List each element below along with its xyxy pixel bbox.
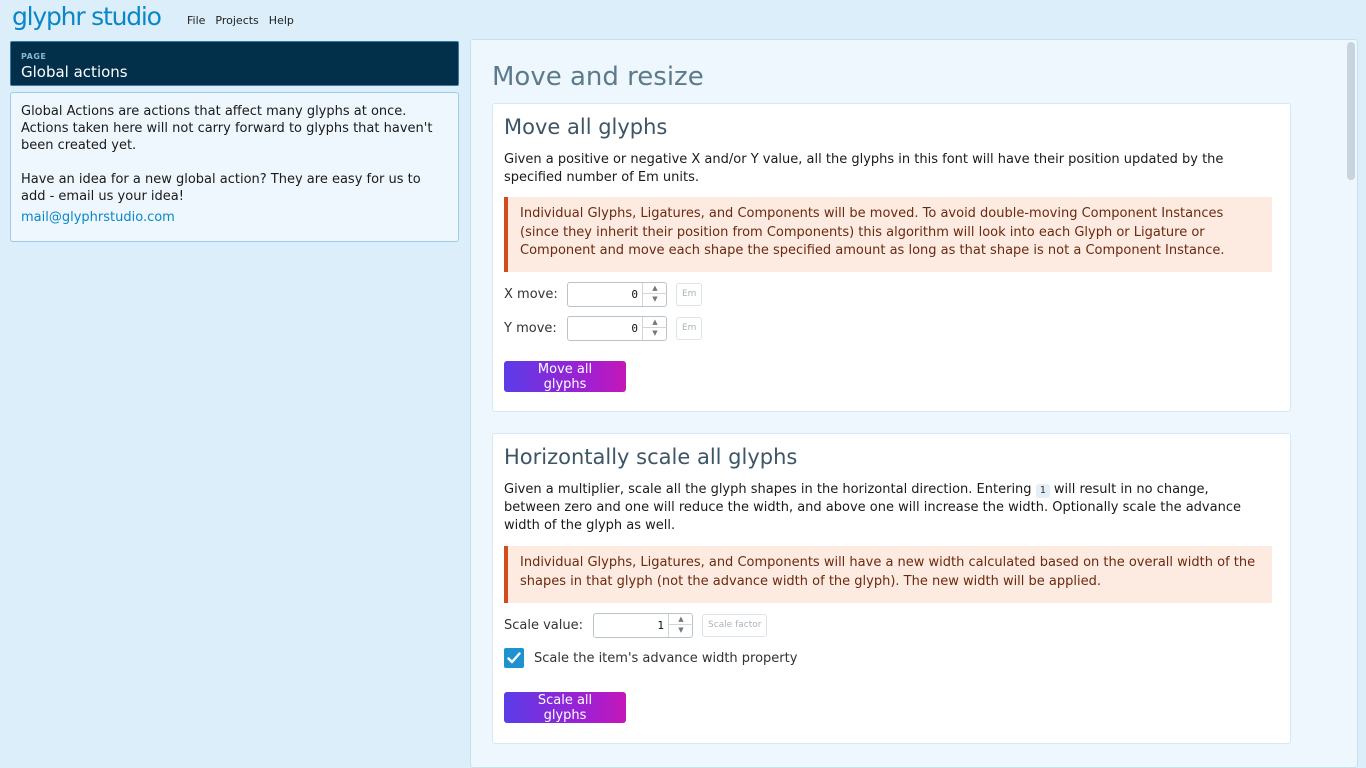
- scrollbar[interactable]: [1347, 42, 1355, 767]
- y-move-unit: Em: [676, 317, 703, 340]
- page-title: Global actions: [21, 63, 128, 81]
- advance-width-checkbox[interactable]: [504, 648, 524, 668]
- scale-value-value: 1: [657, 619, 664, 632]
- x-move-input[interactable]: 0 ▲ ▼: [567, 282, 667, 307]
- scale-value-stepper[interactable]: ▲ ▼: [668, 614, 693, 637]
- menu-help[interactable]: Help: [269, 14, 294, 27]
- y-move-decrement[interactable]: ▼: [643, 328, 667, 339]
- x-move-unit: Em: [676, 283, 703, 306]
- scale-desc-before: Given a multiplier, scale all the glyph …: [504, 482, 1032, 497]
- y-move-stepper[interactable]: ▲ ▼: [642, 317, 667, 340]
- scale-value-label: Scale value:: [504, 618, 583, 633]
- scale-value-input[interactable]: 1 ▲ ▼: [593, 613, 693, 638]
- main-menu: File Projects Help: [187, 14, 304, 27]
- scale-card-description: Given a multiplier, scale all the glyph …: [504, 481, 1264, 535]
- move-card-notice: Individual Glyphs, Ligatures, and Compon…: [504, 197, 1272, 272]
- scale-desc-code: 1: [1035, 484, 1050, 498]
- scale-card: Horizontally scale all glyphs Given a mu…: [492, 433, 1291, 744]
- x-move-decrement[interactable]: ▼: [643, 294, 667, 305]
- scale-value-decrement[interactable]: ▼: [669, 625, 693, 636]
- menu-file[interactable]: File: [187, 14, 205, 27]
- scale-all-glyphs-button[interactable]: Scale all glyphs: [504, 692, 626, 723]
- move-card-title: Move all glyphs: [504, 115, 668, 139]
- page-kicker: PAGE: [21, 52, 47, 61]
- checkmark-icon: [507, 652, 521, 664]
- move-card-description: Given a positive or negative X and/or Y …: [504, 152, 1224, 185]
- y-move-row: Y move: 0 ▲ ▼ Em: [504, 316, 703, 341]
- move-all-glyphs-button[interactable]: Move all glyphs: [504, 361, 626, 392]
- scale-value-unit: Scale factor: [702, 614, 768, 637]
- info-paragraph-1: Global Actions are actions that affect m…: [21, 104, 433, 153]
- menu-projects[interactable]: Projects: [215, 14, 258, 27]
- info-paragraph-2: Have an idea for a new global action? Th…: [21, 172, 421, 204]
- y-move-value: 0: [631, 322, 638, 335]
- scale-value-row: Scale value: 1 ▲ ▼ Scale factor: [504, 613, 768, 638]
- scroll-thumb[interactable]: [1347, 42, 1355, 180]
- scale-value-increment[interactable]: ▲: [669, 614, 693, 625]
- y-move-label: Y move:: [504, 321, 557, 336]
- info-panel: Global Actions are actions that affect m…: [10, 92, 459, 242]
- scale-card-title: Horizontally scale all glyphs: [504, 445, 798, 469]
- x-move-stepper[interactable]: ▲ ▼: [642, 283, 667, 306]
- move-card: Move all glyphs Given a positive or nega…: [492, 103, 1291, 412]
- advance-width-row: Scale the item's advance width property: [504, 648, 797, 668]
- page-header: PAGE Global actions: [10, 41, 459, 86]
- email-link[interactable]: mail@glyphrstudio.com: [21, 210, 448, 225]
- main-panel: Move and resize Move all glyphs Given a …: [470, 39, 1358, 768]
- advance-width-label[interactable]: Scale the item's advance width property: [534, 651, 797, 666]
- top-bar: glyphr studio File Projects Help: [0, 0, 1366, 40]
- app-logo[interactable]: glyphr studio: [12, 2, 162, 31]
- main-title: Move and resize: [492, 62, 704, 92]
- y-move-input[interactable]: 0 ▲ ▼: [567, 316, 667, 341]
- x-move-value: 0: [631, 288, 638, 301]
- scale-card-notice: Individual Glyphs, Ligatures, and Compon…: [504, 546, 1272, 603]
- y-move-increment[interactable]: ▲: [643, 317, 667, 328]
- x-move-label: X move:: [504, 287, 558, 302]
- x-move-increment[interactable]: ▲: [643, 283, 667, 294]
- x-move-row: X move: 0 ▲ ▼ Em: [504, 282, 703, 307]
